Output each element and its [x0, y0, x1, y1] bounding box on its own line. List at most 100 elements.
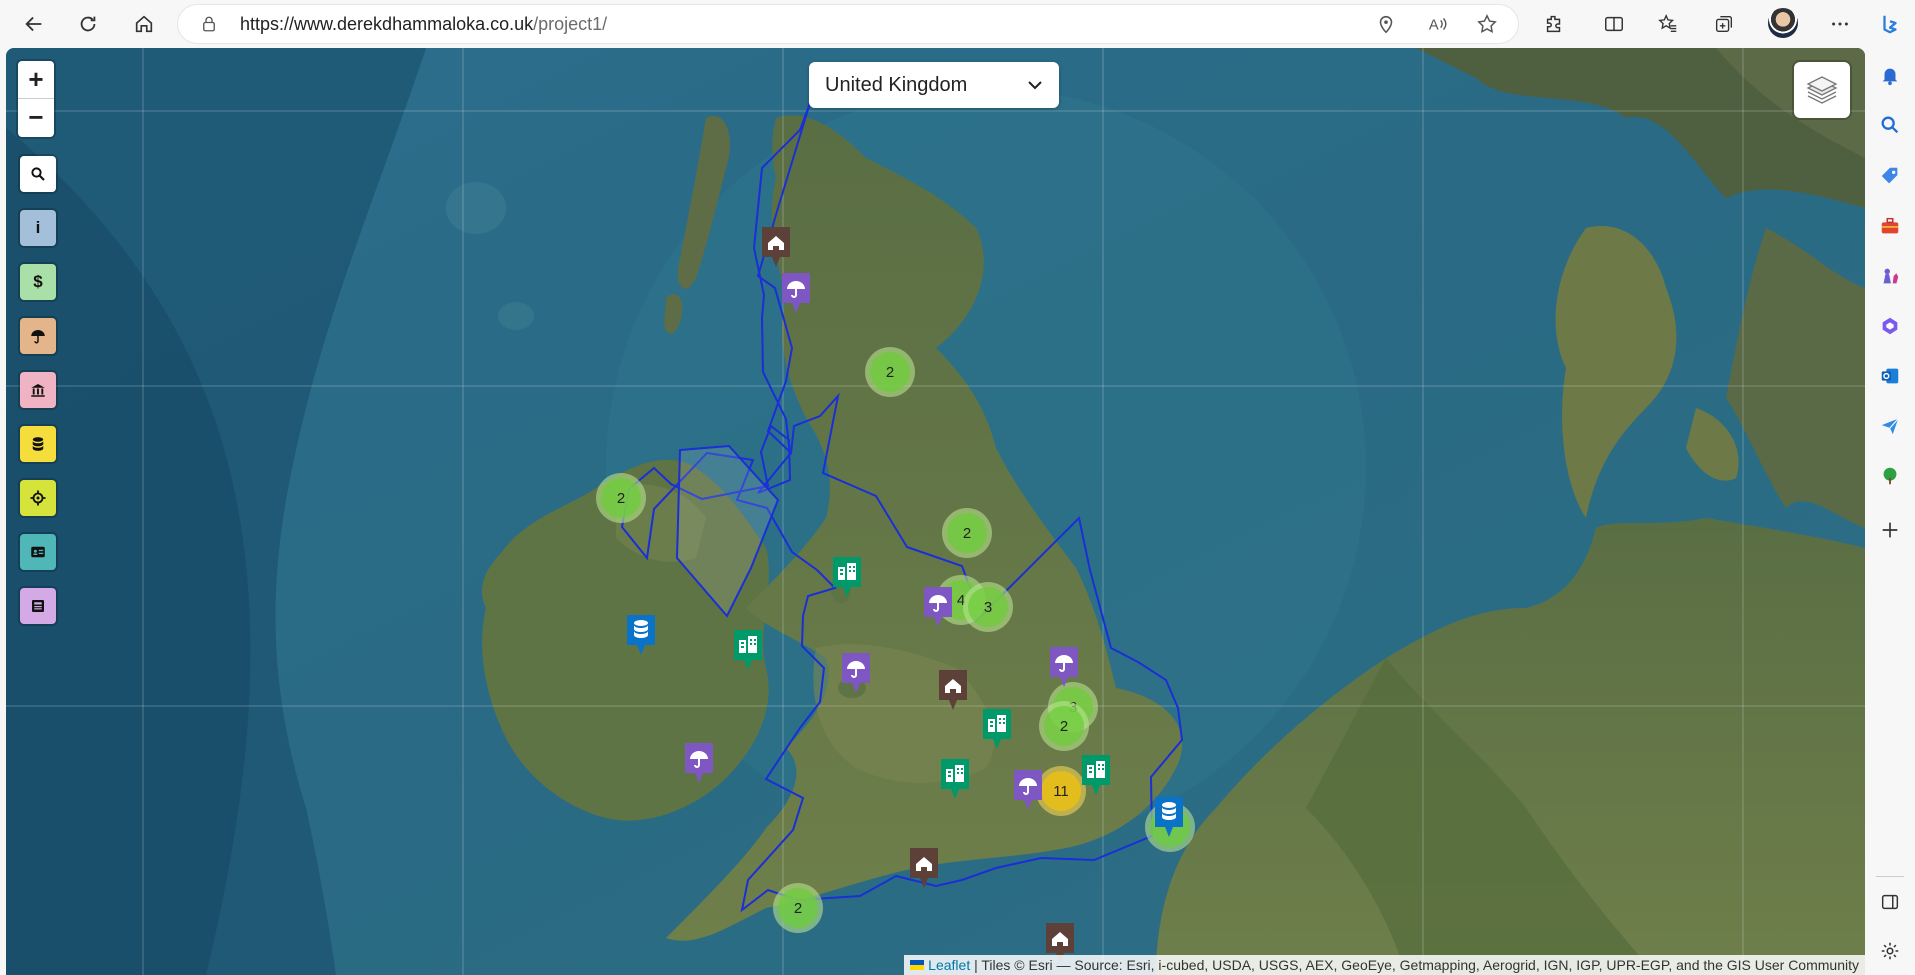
notifications-button[interactable]: [1875, 60, 1905, 90]
search-icon: [31, 167, 45, 181]
building-icon: [1082, 755, 1110, 795]
weather-marker[interactable]: [921, 584, 955, 630]
more-options-button[interactable]: [1822, 6, 1858, 42]
house-marker[interactable]: [936, 667, 970, 713]
cluster-count: 11: [1041, 771, 1081, 811]
extensions-button[interactable]: [1536, 6, 1572, 42]
chess-piece-icon: [1883, 268, 1899, 284]
weather-marker[interactable]: [779, 270, 813, 316]
favorite-star-icon[interactable]: [1476, 13, 1498, 35]
currency-control-button[interactable]: $: [20, 264, 56, 300]
search-icon: [1881, 116, 1899, 134]
weather-control-button[interactable]: [20, 318, 56, 354]
search-control-button[interactable]: [20, 156, 56, 192]
sidebar-panel-icon: [1881, 894, 1899, 910]
marker-cluster[interactable]: 2: [596, 473, 646, 523]
leaflet-link[interactable]: Leaflet: [928, 957, 970, 973]
sidebar-settings-button[interactable]: [1875, 936, 1905, 966]
favorites-button[interactable]: [1650, 6, 1686, 42]
shopping-button[interactable]: [1875, 161, 1905, 191]
collections-button[interactable]: [1706, 6, 1742, 42]
add-sidebar-app-button[interactable]: [1875, 515, 1905, 545]
info-control-button[interactable]: i: [20, 210, 56, 246]
info-icon: i: [35, 218, 41, 237]
landmark-icon: [31, 384, 45, 397]
sidebar-divider: [1876, 876, 1904, 877]
copilot-button[interactable]: [1875, 9, 1905, 39]
zoom-out-button[interactable]: −: [18, 99, 54, 137]
hide-sidebar-button[interactable]: [1875, 887, 1905, 917]
house-marker[interactable]: [759, 224, 793, 270]
marker-cluster[interactable]: 2: [773, 883, 823, 933]
leaflet-map[interactable]: + − i $ United Kingdom 2 2 2 4 3 2 11 2 …: [6, 48, 1865, 975]
marker-cluster[interactable]: 2: [1039, 701, 1089, 751]
address-bar[interactable]: https://www.derekdhammaloka.co.uk/projec…: [178, 5, 1518, 43]
city-marker[interactable]: [1079, 752, 1113, 798]
url-path: /project1/: [533, 14, 608, 34]
svg-text:A: A: [1429, 18, 1439, 34]
umbrella-icon: [1014, 770, 1042, 810]
url-text[interactable]: https://www.derekdhammaloka.co.uk/projec…: [240, 5, 607, 43]
back-button[interactable]: [16, 6, 52, 42]
tree-button[interactable]: [1875, 461, 1905, 491]
tools-button[interactable]: [1875, 211, 1905, 241]
copilot-icon: [1883, 15, 1897, 34]
building-icon: [983, 709, 1011, 749]
office-icon: [1882, 317, 1898, 335]
institutions-control-button[interactable]: [20, 372, 56, 408]
umbrella-icon: [782, 273, 810, 313]
building-icon: [941, 759, 969, 799]
favorites-list-icon: [1658, 14, 1677, 33]
cluster-count: 3: [968, 587, 1008, 627]
city-marker[interactable]: [980, 706, 1014, 752]
weather-marker[interactable]: [1011, 767, 1045, 813]
city-marker[interactable]: [938, 756, 972, 802]
marker-cluster[interactable]: 2: [942, 508, 992, 558]
gear-icon: [1881, 942, 1899, 960]
building-icon: [734, 630, 762, 670]
drop-button[interactable]: [1875, 411, 1905, 441]
country-select-value: United Kingdom: [825, 74, 968, 96]
profile-avatar[interactable]: [1768, 8, 1798, 38]
cluster-count: 2: [1044, 706, 1084, 746]
split-screen-button[interactable]: [1596, 6, 1632, 42]
location-permission-icon[interactable]: [1375, 13, 1397, 35]
database-marker[interactable]: [1152, 794, 1186, 840]
umbrella-icon: [924, 587, 952, 627]
zoom-in-button[interactable]: +: [18, 61, 54, 99]
weather-marker[interactable]: [839, 650, 873, 696]
layers-control-button[interactable]: [1794, 62, 1850, 118]
locate-control-button[interactable]: [20, 480, 56, 516]
read-aloud-icon[interactable]: A: [1427, 13, 1449, 35]
marker-cluster[interactable]: 2: [865, 347, 915, 397]
ukraine-flag-icon: [910, 960, 925, 970]
news-control-button[interactable]: [20, 588, 56, 624]
cluster-count: 2: [870, 352, 910, 392]
home-icon: [939, 670, 967, 710]
home-button[interactable]: [126, 6, 162, 42]
home-icon: [135, 15, 153, 33]
satellite-basemap: [6, 48, 1865, 975]
sidebar-search-button[interactable]: [1875, 110, 1905, 140]
microsoft365-button[interactable]: [1875, 311, 1905, 341]
city-marker[interactable]: [731, 627, 765, 673]
collections-icon: [1715, 15, 1733, 33]
weather-marker[interactable]: [1047, 644, 1081, 690]
marker-cluster[interactable]: 3: [963, 582, 1013, 632]
chevron-down-icon: [1028, 81, 1042, 90]
plus-icon: [1882, 522, 1898, 538]
umbrella-icon: [31, 330, 45, 344]
database-control-button[interactable]: [20, 426, 56, 462]
refresh-button[interactable]: [70, 6, 106, 42]
country-select[interactable]: United Kingdom: [809, 62, 1059, 108]
id-card-control-button[interactable]: [20, 534, 56, 570]
tag-icon: [1881, 167, 1898, 184]
edge-sidebar: [1866, 0, 1915, 975]
cluster-count: 2: [778, 888, 818, 928]
outlook-button[interactable]: [1875, 361, 1905, 391]
database-marker[interactable]: [624, 612, 658, 658]
house-marker[interactable]: [907, 845, 941, 891]
games-button[interactable]: [1875, 261, 1905, 291]
weather-marker[interactable]: [682, 740, 716, 786]
city-marker[interactable]: [830, 554, 864, 600]
